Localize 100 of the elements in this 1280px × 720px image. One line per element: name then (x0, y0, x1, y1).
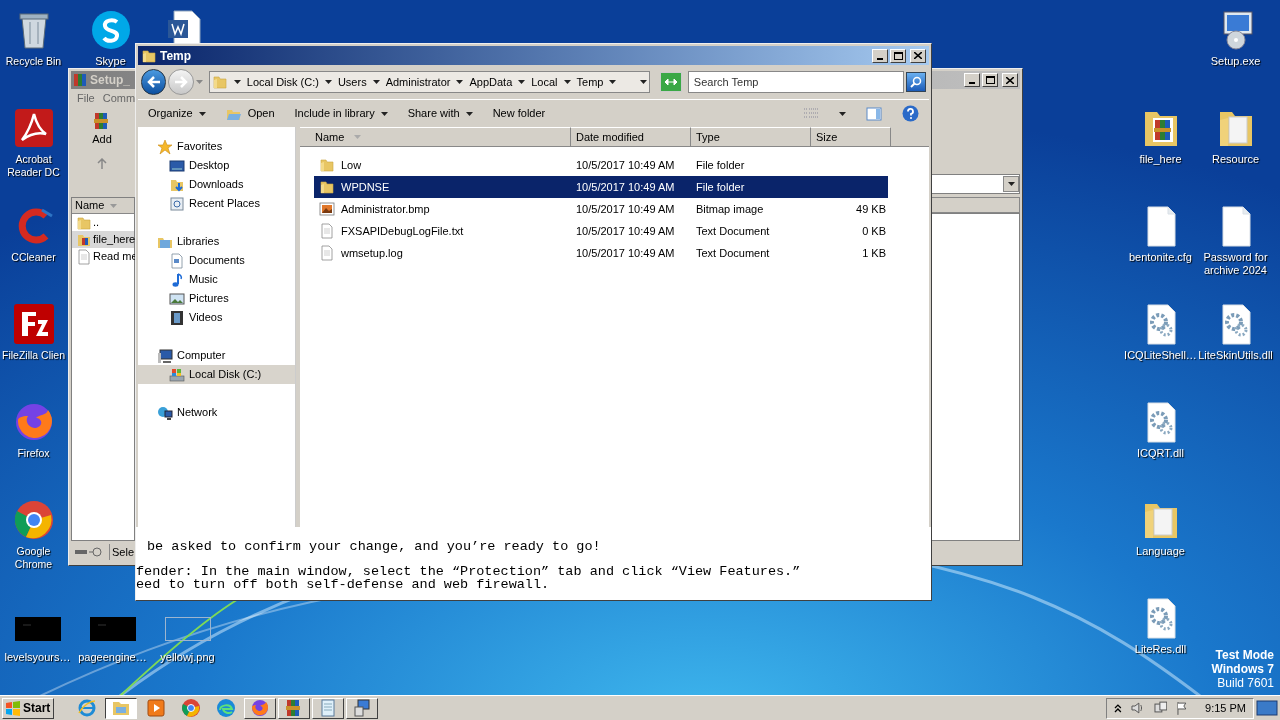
icon-label[interactable]: Recycle Bin (5, 55, 62, 68)
nav-item[interactable]: Local Disk (C:) (138, 365, 295, 384)
icon-label[interactable]: bentonite.cfg (1129, 251, 1192, 264)
breadcrumb-caret-icon (563, 80, 571, 84)
file-row[interactable]: .. (72, 214, 134, 231)
edge-icon (215, 698, 236, 718)
breadcrumb[interactable]: Local (531, 73, 558, 91)
column-header[interactable]: Date modified (571, 127, 691, 147)
icon-label[interactable]: Resource (1211, 153, 1260, 166)
file-type: Text Document (695, 245, 771, 261)
nav-item[interactable]: Music (138, 270, 295, 289)
toolbar-button[interactable]: Share with (407, 105, 473, 122)
close-icon (1006, 76, 1014, 84)
menu-item[interactable]: Comm (102, 89, 136, 107)
file-row[interactable]: wmsetup.log 10/5/2017 10:49 AM Text Document 1 KB (314, 242, 888, 264)
file-row[interactable]: file_here (72, 231, 134, 248)
nav-item[interactable]: Recent Places (138, 194, 295, 213)
nav-group[interactable]: Libraries (138, 232, 295, 251)
text-line: fender: In the main window, select the “Protection” tab and click “View Features.” (136, 565, 802, 578)
folder-icon (319, 179, 335, 195)
icon-label[interactable]: Setup.exe (1210, 55, 1261, 68)
drive-icon (169, 366, 185, 383)
icon-label[interactable]: CCleaner (11, 251, 56, 264)
show-hidden-icons[interactable] (1114, 703, 1122, 713)
minimize-button[interactable] (872, 48, 888, 63)
window-title: Setup_ (90, 72, 130, 89)
breadcrumb[interactable]: Temp (576, 73, 604, 91)
image-thumbnail-icon (164, 617, 211, 641)
column-header[interactable]: Type (691, 127, 811, 147)
maximize-button[interactable] (982, 73, 998, 87)
icon-label[interactable]: Language (1136, 545, 1185, 558)
breadcrumb[interactable]: Local Disk (C:) (246, 73, 319, 91)
file-date: 10/5/2017 10:49 AM (575, 179, 676, 195)
back-button[interactable] (141, 69, 167, 95)
nav-item[interactable]: Videos (138, 308, 295, 327)
file-row[interactable]: Low 10/5/2017 10:49 AM File folder (314, 154, 888, 176)
toolbar-button[interactable]: Organize (148, 105, 206, 122)
icon-label[interactable]: file_here (1139, 153, 1182, 166)
icon-label[interactable]: FileZilla Clien (2, 349, 65, 362)
file-row[interactable]: FXSAPIDebugLogFile.txt 10/5/2017 10:49 AM Text Document 0 KB (314, 220, 888, 242)
nav-group[interactable]: Computer (138, 346, 295, 365)
nav-item[interactable]: Downloads (138, 175, 295, 194)
column-header[interactable]: Size (811, 127, 891, 147)
icon-label[interactable]: Firefox (17, 447, 50, 460)
speaker-icon[interactable] (1130, 701, 1145, 715)
archive-icon (73, 73, 87, 87)
breadcrumb[interactable]: Administrator (385, 73, 451, 91)
notepad-icon (318, 698, 338, 718)
thumbnail-icon (14, 617, 61, 641)
nav-item[interactable]: Desktop (138, 156, 295, 175)
search-field[interactable]: Search Temp (687, 71, 905, 93)
refresh-arrows-icon (664, 77, 679, 87)
column-header[interactable]: Name (300, 127, 571, 147)
icon-label[interactable]: ICQLiteShell… (1124, 349, 1197, 362)
icon-label[interactable]: Acrobat Reader DC (0, 153, 67, 179)
sort-caret-icon (110, 203, 118, 208)
icon-label[interactable]: levelsyours… (4, 651, 71, 664)
taskbar-button[interactable] (105, 697, 137, 719)
add-button[interactable]: Add (92, 111, 112, 148)
icon-label[interactable]: LiteSkinUtils.dll (1198, 349, 1273, 362)
nav-group[interactable]: Favorites (138, 137, 295, 156)
refresh-button[interactable] (660, 72, 682, 92)
nav-group[interactable]: Network (138, 403, 295, 422)
close-button[interactable] (1002, 73, 1018, 87)
nav-item[interactable]: Documents (138, 251, 295, 270)
maximize-button[interactable] (890, 48, 906, 63)
toolbar-button[interactable]: New folder (492, 105, 546, 122)
icon-label[interactable]: ICQRT.dll (1137, 447, 1184, 460)
icon-label[interactable]: Google Chrome (0, 545, 67, 571)
icon-label[interactable]: LiteRes.dll (1134, 643, 1187, 656)
history-caret-icon (195, 80, 203, 84)
text-file-icon (319, 245, 335, 261)
toolbar-button[interactable]: Include in library (294, 105, 388, 122)
minimize-button[interactable] (964, 73, 980, 87)
file-type: Bitmap image (695, 201, 765, 217)
breadcrumb[interactable]: AppData (469, 73, 513, 91)
icon-label[interactable]: pageengine… (78, 651, 147, 664)
file-row[interactable]: WPDNSE 10/5/2017 10:49 AM File folder (314, 176, 888, 198)
toolbar-button[interactable]: Open (225, 105, 275, 122)
desktop-icon (169, 157, 185, 174)
file-type: File folder (695, 179, 746, 195)
icon-label[interactable]: Password for archive 2024 (1198, 251, 1273, 277)
folder-icon (319, 157, 335, 173)
menu-item[interactable]: File (77, 89, 95, 107)
help-icon[interactable] (902, 105, 919, 122)
nav-item[interactable]: Pictures (138, 289, 295, 308)
breadcrumb-caret-icon (609, 80, 617, 84)
breadcrumb[interactable]: Users (337, 73, 367, 91)
search-button[interactable] (906, 72, 926, 92)
file-row[interactable]: Administrator.bmp 10/5/2017 10:49 AM Bitmap image 49 KB (314, 198, 888, 220)
column-header[interactable]: Name (72, 198, 134, 214)
close-button[interactable] (910, 48, 926, 63)
address-bar[interactable]: Local Disk (C:) Users Administrator AppData Local Temp (208, 71, 651, 93)
icon-label[interactable]: Skype (95, 55, 126, 68)
icon-label[interactable]: yellowj.png (160, 651, 215, 664)
file-name: .. (93, 215, 100, 231)
network-icon[interactable] (1153, 701, 1168, 715)
forward-arrow-icon (174, 76, 189, 88)
start-button[interactable]: Start (2, 697, 54, 719)
file-type: File folder (695, 157, 746, 173)
